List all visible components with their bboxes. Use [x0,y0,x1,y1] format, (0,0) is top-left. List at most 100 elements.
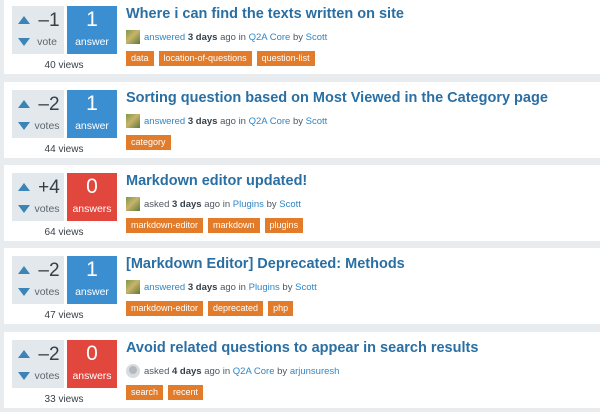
user-avatar-icon[interactable] [126,30,140,44]
view-count: 47 views [44,310,84,321]
vote-down-arrow-icon[interactable] [18,122,30,130]
meta-ago: ago [204,365,221,377]
tag[interactable]: markdown [208,218,260,233]
answer-count-box: 0 answers [67,173,117,221]
tag[interactable]: markdown-editor [126,218,204,233]
meta-user-link[interactable]: arjunsuresh [290,366,340,377]
user-avatar-icon[interactable] [126,114,140,128]
tag[interactable]: deprecated [208,301,264,316]
user-avatar-icon[interactable] [126,280,140,294]
vote-count: –2 [38,94,60,115]
vote-count: +4 [38,177,60,198]
answer-label: answer [75,120,109,132]
answer-count: 0 [86,175,98,198]
default-avatar-icon[interactable] [126,364,140,378]
meta-category-link[interactable]: Q2A Core [249,32,291,43]
vote-down-arrow-icon[interactable] [18,288,30,296]
question-title-link[interactable]: Sorting question based on Most Viewed in… [126,90,548,106]
meta-in: in [238,281,246,293]
vote-down-arrow-icon[interactable] [18,372,30,380]
meta-action[interactable]: answered [144,32,185,43]
tag[interactable]: markdown-editor [126,301,204,316]
meta-ago: ago [220,31,236,43]
meta-by: by [277,365,288,377]
question-item: –2 votes 1 answer 47 views [Markdown Edi… [4,248,600,324]
question-item: –2 votes 0 answers 33 views Avoid relate… [4,332,600,408]
question-title-link[interactable]: Markdown editor updated! [126,173,307,189]
tag[interactable]: location-of-questions [158,51,252,66]
vote-label: votes [34,370,60,382]
vote-up-arrow-icon[interactable] [18,100,30,108]
meta-by: by [292,31,304,43]
answer-count-box: 0 answers [67,340,117,388]
answer-count: 0 [86,342,98,365]
tag[interactable]: search [126,385,164,400]
answer-count-box: 1 answer [67,90,117,138]
tag[interactable]: category [126,135,171,150]
question-meta: asked 4 days ago in Q2A Core by arjunsur… [126,363,339,379]
meta-ago: ago [220,281,236,293]
meta-category-link[interactable]: Q2A Core [249,116,291,127]
vote-count: –2 [38,260,60,281]
meta-user-link[interactable]: Scott [306,32,328,43]
meta-when: 3 days [187,281,218,293]
vote-down-arrow-icon[interactable] [18,205,30,213]
tag-list: search recent [126,385,204,400]
meta-by: by [282,281,293,293]
tag[interactable]: plugins [264,218,304,233]
vote-box: –1 vote [12,6,64,54]
view-count: 40 views [44,60,84,71]
vote-up-arrow-icon[interactable] [18,350,30,358]
answer-count: 1 [86,258,98,281]
tag[interactable]: data [126,51,154,66]
meta-action[interactable]: answered [144,282,185,293]
meta-category-link[interactable]: Plugins [249,282,280,293]
vote-count: –1 [38,10,60,31]
meta-action[interactable]: answered [144,116,185,127]
answer-count: 1 [86,92,98,115]
meta-user-link[interactable]: Scott [295,282,317,293]
view-count: 44 views [44,144,84,155]
answer-label: answer [75,36,109,48]
tag[interactable]: question-list [256,51,315,66]
vote-label: votes [34,203,60,215]
meta-user-link[interactable]: Scott [306,116,328,127]
tag-list: markdown-editor markdown plugins [126,218,304,233]
meta-in: in [222,198,231,210]
question-meta: answered 3 days ago in Q2A Core by Scott [126,29,327,45]
vote-up-arrow-icon[interactable] [18,16,30,24]
meta-user-link[interactable]: Scott [279,199,301,210]
answer-label: answers [72,203,112,215]
answer-count-box: 1 answer [67,256,117,304]
vote-down-arrow-icon[interactable] [18,38,30,46]
meta-when: 3 days [172,198,202,210]
vote-box: –2 votes [12,256,64,304]
meta-action: asked [144,365,170,377]
vote-label: vote [37,36,57,48]
question-title-link[interactable]: Avoid related questions to appear in sea… [126,340,478,356]
user-avatar-icon[interactable] [126,197,140,211]
meta-category-link[interactable]: Q2A Core [233,366,275,377]
tag[interactable]: php [268,301,294,316]
tag-list: markdown-editor deprecated php [126,301,294,316]
meta-when: 3 days [187,115,218,127]
answer-count-box: 1 answer [67,6,117,54]
question-title-link[interactable]: Where i can find the texts written on si… [126,6,404,22]
answer-label: answers [72,370,112,382]
tag-list: category [126,135,171,150]
answer-label: answer [75,286,109,298]
vote-label: votes [34,120,60,132]
question-title-link[interactable]: [Markdown Editor] Deprecated: Methods [126,256,405,272]
question-item: –2 votes 1 answer 44 views Sorting quest… [4,82,600,158]
tag[interactable]: recent [168,385,204,400]
meta-category-link[interactable]: Plugins [233,199,264,210]
vote-count: –2 [38,344,60,365]
vote-box: –2 votes [12,90,64,138]
vote-up-arrow-icon[interactable] [18,266,30,274]
meta-in: in [238,31,246,43]
tag-list: data location-of-questions question-list [126,51,315,66]
vote-up-arrow-icon[interactable] [18,183,30,191]
vote-box: +4 votes [12,173,64,221]
question-meta: answered 3 days ago in Q2A Core by Scott [126,113,327,129]
question-meta: asked 3 days ago in Plugins by Scott [126,196,301,212]
